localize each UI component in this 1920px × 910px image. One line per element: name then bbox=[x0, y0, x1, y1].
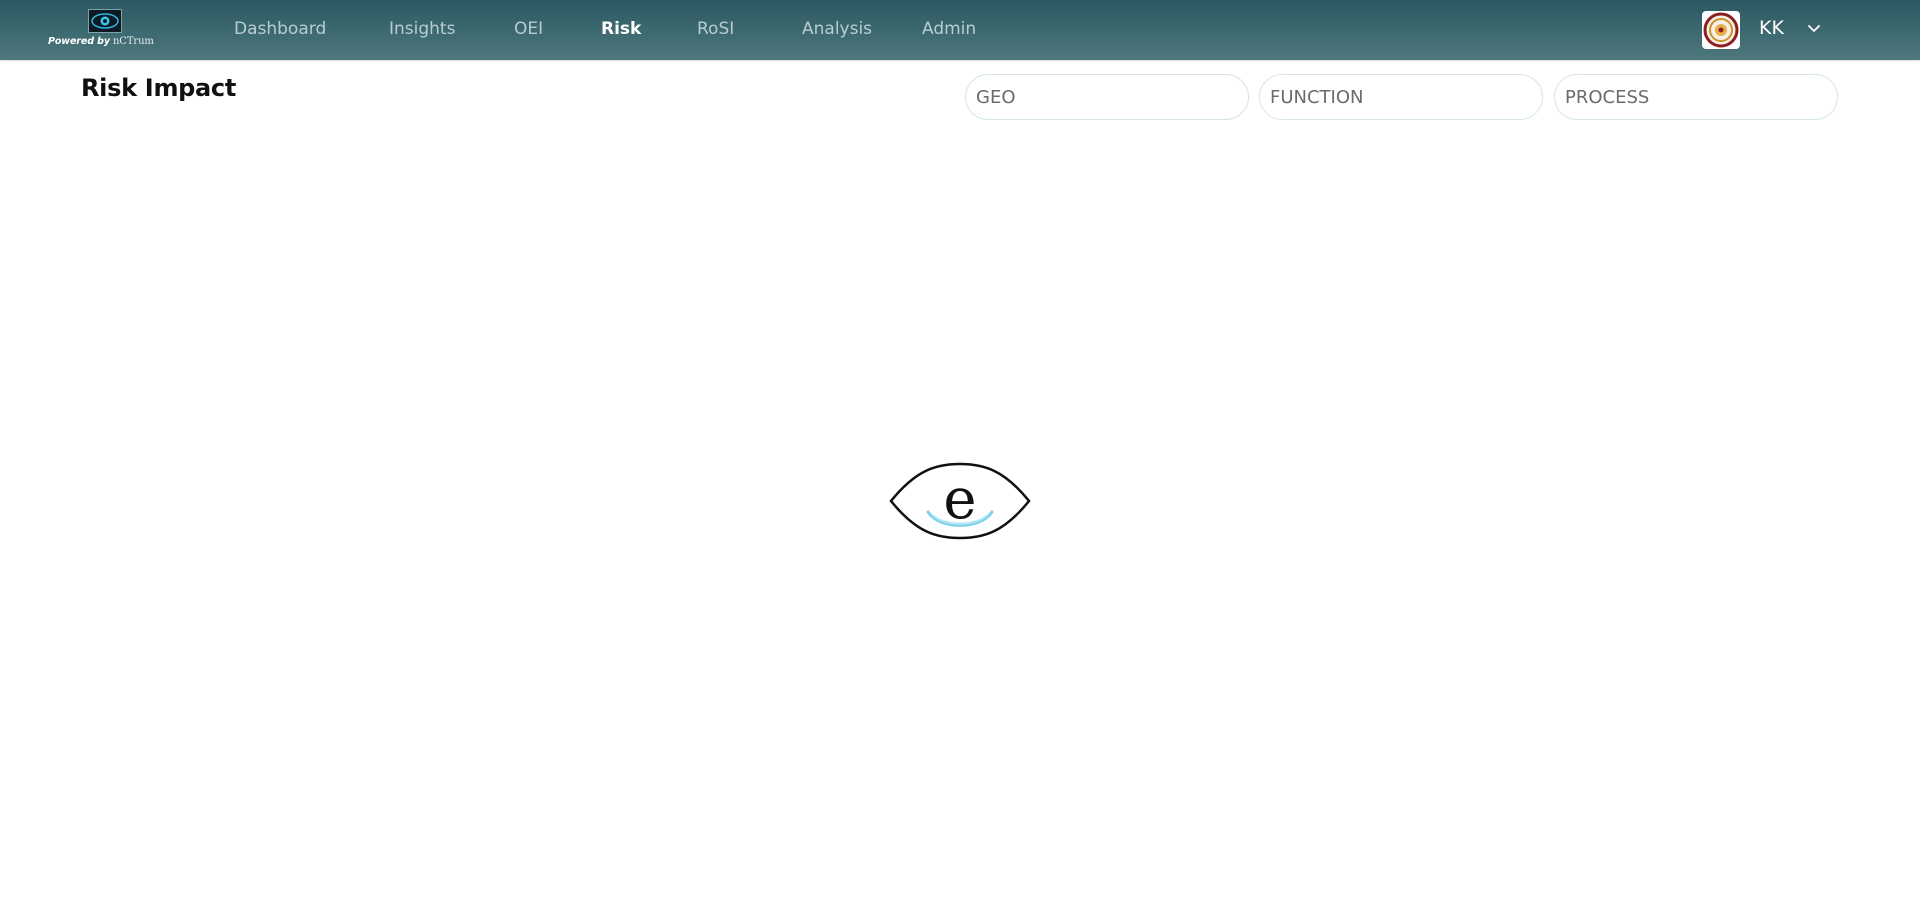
company-seal-icon[interactable] bbox=[1702, 11, 1740, 49]
process-filter-input[interactable] bbox=[1554, 74, 1838, 120]
user-initials[interactable]: KK bbox=[1759, 17, 1784, 39]
nav-item-dashboard[interactable]: Dashboard bbox=[234, 19, 326, 39]
nav-item-rosi[interactable]: RoSI bbox=[697, 19, 734, 39]
geo-filter-input[interactable] bbox=[965, 74, 1249, 120]
function-filter-input[interactable] bbox=[1259, 74, 1543, 120]
loader-glyph: e bbox=[943, 467, 976, 532]
nav-item-insights[interactable]: Insights bbox=[389, 19, 455, 39]
eye-loader-icon: e bbox=[888, 460, 1032, 542]
main-nav: Dashboard Insights OEI Risk RoSI Analysi… bbox=[0, 0, 1100, 60]
nav-item-oei[interactable]: OEI bbox=[514, 19, 543, 39]
chevron-down-icon[interactable] bbox=[1806, 21, 1822, 37]
nav-item-admin[interactable]: Admin bbox=[922, 19, 976, 39]
user-menu[interactable]: KK bbox=[1702, 10, 1832, 50]
top-navigation-bar: Powered by nCTrum Dashboard Insights OEI … bbox=[0, 0, 1920, 60]
nav-item-analysis[interactable]: Analysis bbox=[802, 19, 872, 39]
page-title: Risk Impact bbox=[81, 74, 237, 102]
nav-item-risk[interactable]: Risk bbox=[601, 19, 641, 39]
